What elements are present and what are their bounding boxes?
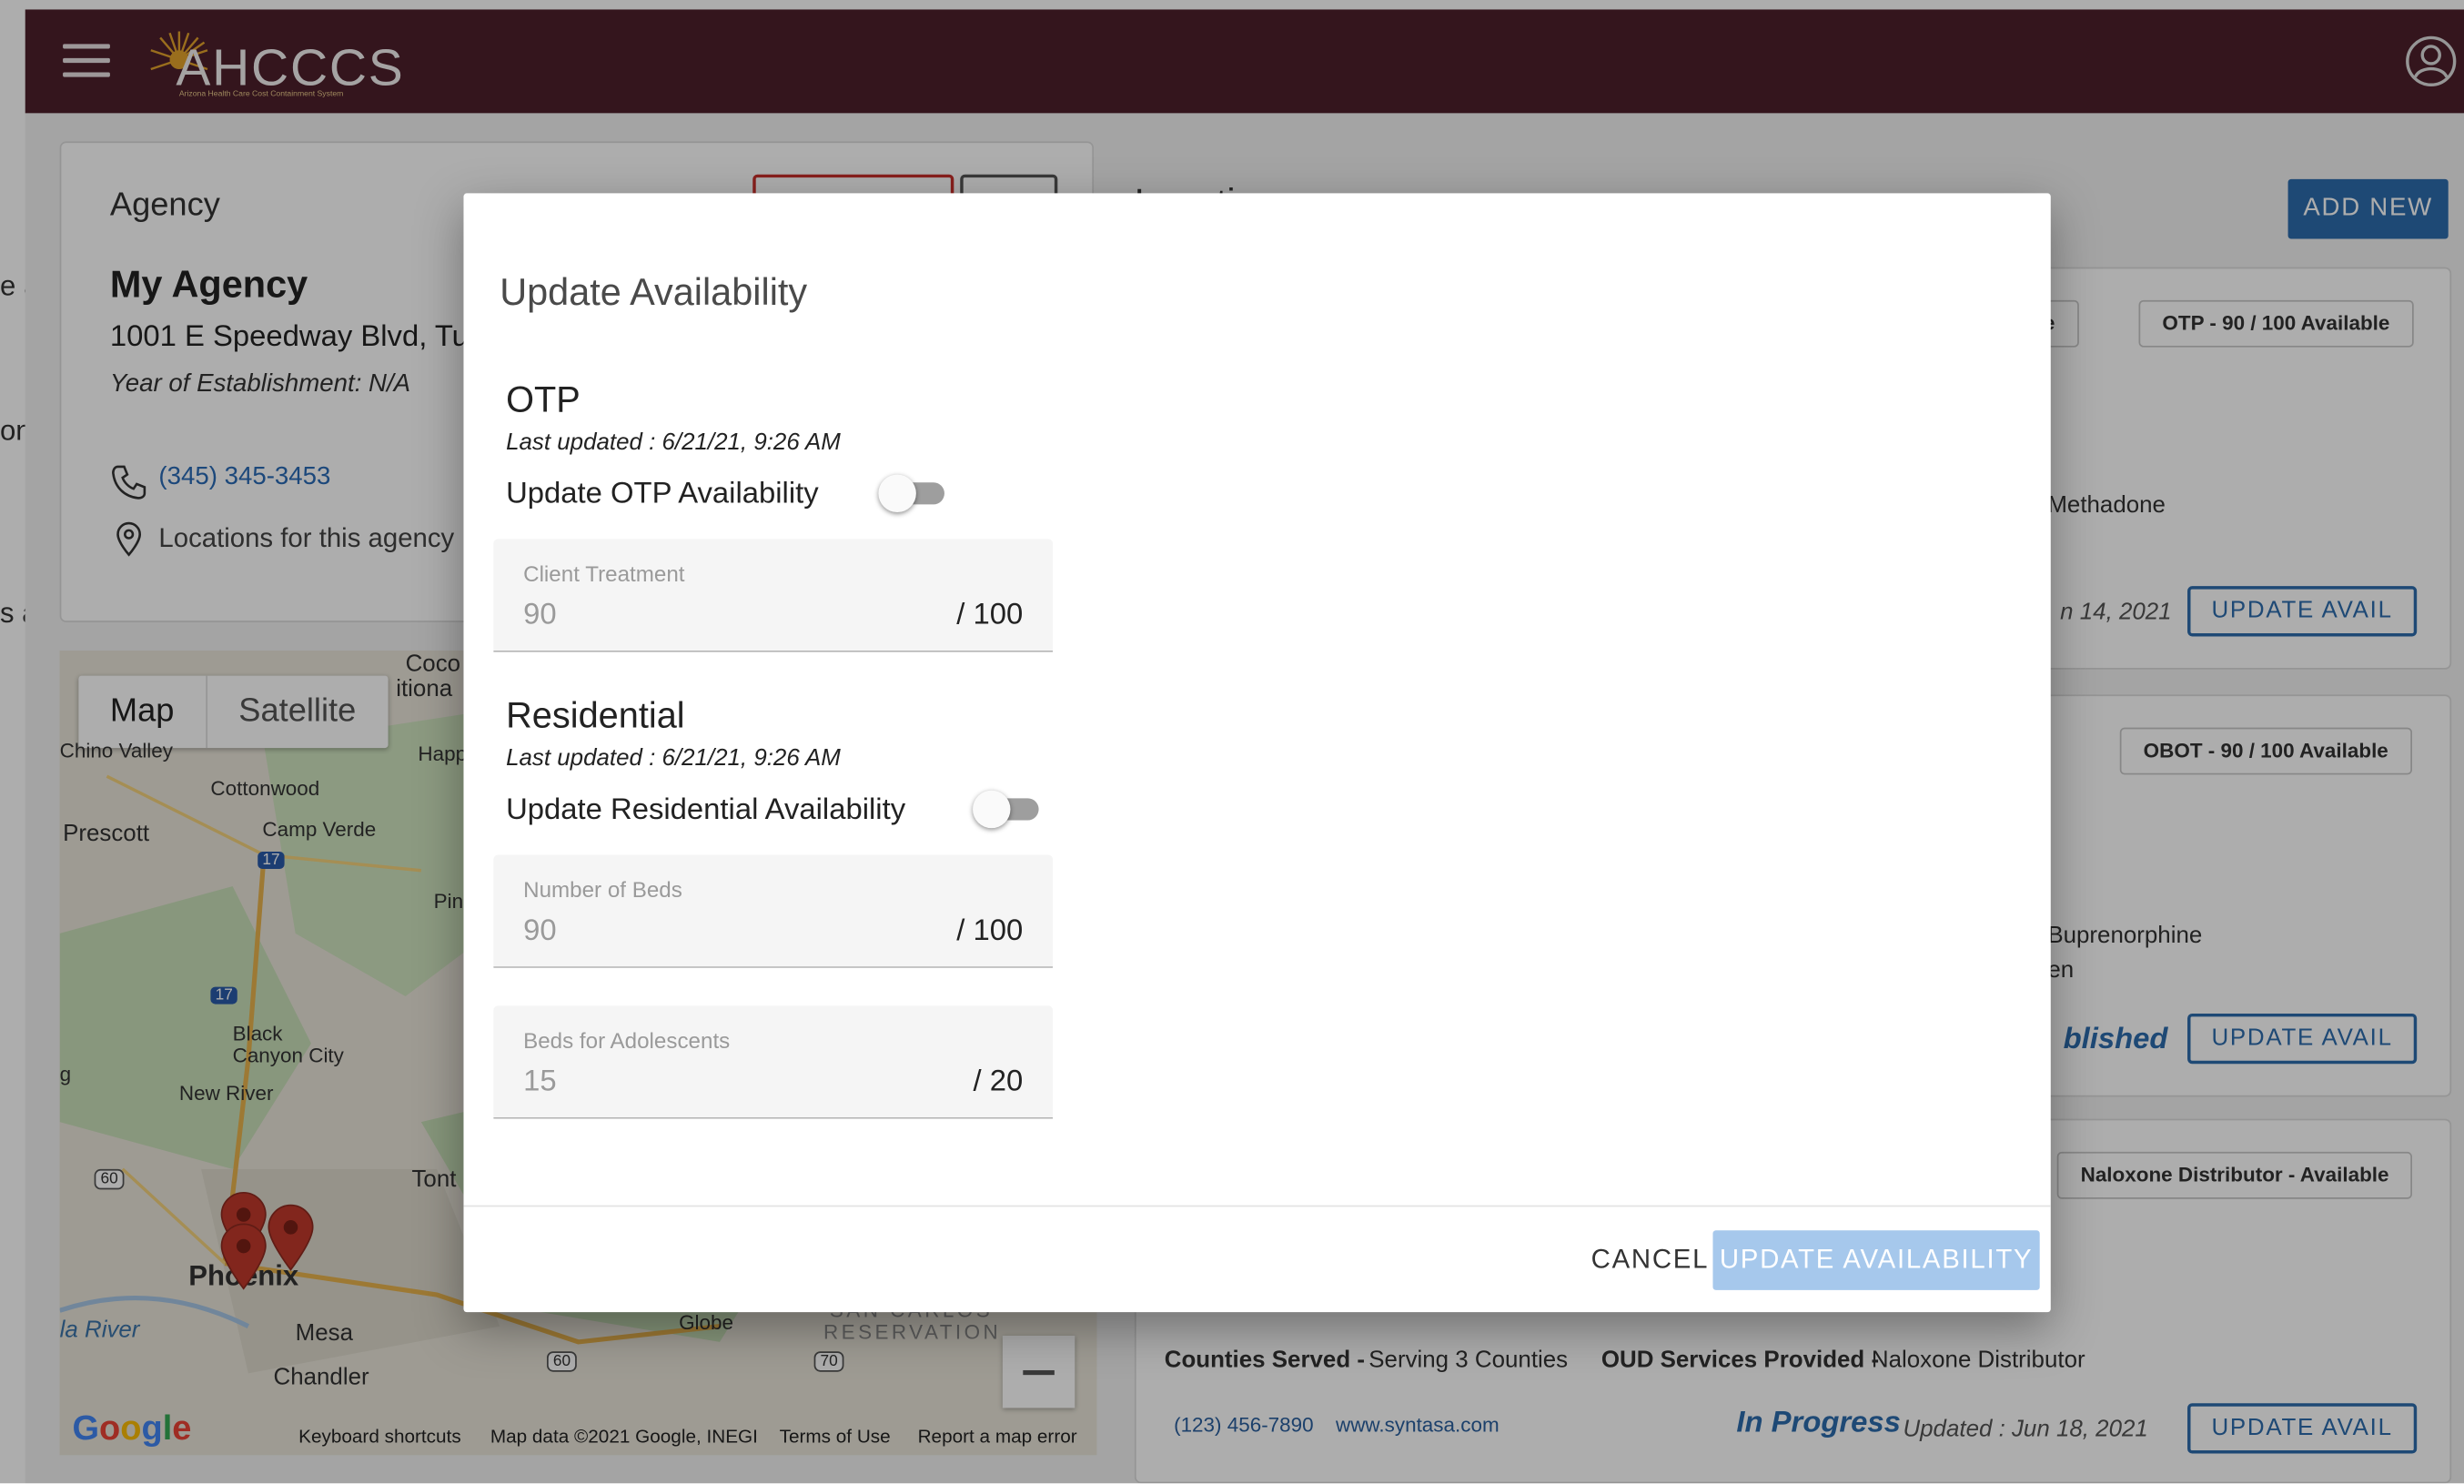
- field-max: / 20: [973, 1065, 1024, 1099]
- field-max: / 100: [956, 599, 1024, 632]
- dialog-title: Update Availability: [500, 271, 808, 315]
- field-label: Beds for Adolescents: [523, 1027, 731, 1054]
- otp-availability-toggle[interactable]: [878, 474, 944, 513]
- field-label: Client Treatment: [523, 560, 685, 587]
- residential-toggle-label: Update Residential Availability: [506, 793, 906, 827]
- field-value: 90: [523, 914, 557, 948]
- client-treatment-field[interactable]: Client Treatment 90 / 100: [493, 539, 1054, 652]
- residential-availability-toggle[interactable]: [973, 790, 1039, 829]
- residential-last-updated: Last updated : 6/21/21, 9:26 AM: [506, 744, 841, 772]
- otp-last-updated: Last updated : 6/21/21, 9:26 AM: [506, 429, 841, 456]
- residential-section-title: Residential: [506, 694, 685, 736]
- otp-section-title: OTP: [506, 379, 581, 420]
- update-availability-dialog: Update Availability OTP Last updated : 6…: [463, 193, 2051, 1313]
- beds-for-adolescents-field[interactable]: Beds for Adolescents 15 / 20: [493, 1005, 1054, 1119]
- field-value: 90: [523, 599, 557, 632]
- otp-toggle-label: Update OTP Availability: [506, 478, 819, 511]
- field-label: Number of Beds: [523, 876, 682, 903]
- update-availability-button[interactable]: UPDATE AVAILABILITY: [1712, 1230, 2040, 1290]
- field-value: 15: [523, 1065, 557, 1099]
- number-of-beds-field[interactable]: Number of Beds 90 / 100: [493, 854, 1054, 968]
- dialog-divider: [463, 1205, 2051, 1207]
- cancel-button[interactable]: CANCEL: [1573, 1234, 1727, 1287]
- field-max: / 100: [956, 914, 1024, 948]
